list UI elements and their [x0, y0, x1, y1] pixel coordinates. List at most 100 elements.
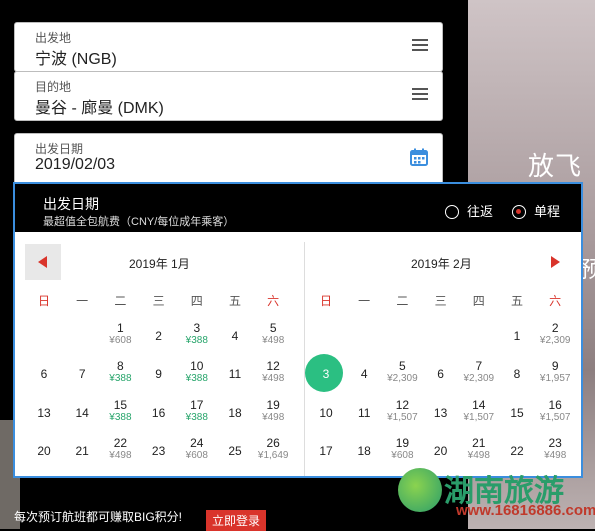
calendar-day[interactable]: 19 ¥498 — [254, 395, 292, 433]
weekday-header: 四 — [190, 294, 203, 308]
weekday-header: 三 — [434, 294, 447, 308]
calendar-day[interactable]: 22 ¥498 — [101, 433, 139, 471]
day-price: ¥608 — [109, 335, 132, 346]
day-price: ¥498 — [467, 449, 490, 461]
calendar-day[interactable]: 1 ¥608 — [101, 318, 139, 356]
day-number: 13 — [37, 405, 51, 420]
day-number: 13 — [433, 405, 448, 420]
day-number: 20 — [37, 443, 51, 458]
weekday-header: 五 — [228, 294, 241, 308]
calendar-day[interactable]: 2 ¥2,309 — [536, 318, 574, 356]
calendar-day[interactable]: 28 — [63, 471, 101, 476]
calendar-day[interactable]: 13 — [25, 395, 63, 433]
origin-field[interactable]: 出发地 宁波 (NGB) — [14, 22, 443, 72]
calendar-icon[interactable] — [410, 148, 428, 166]
day-number: 23 — [151, 443, 166, 458]
day-number: 19 — [266, 397, 280, 412]
calendar-day[interactable]: 7 — [63, 356, 101, 394]
calendar-day[interactable]: 18 — [216, 395, 254, 433]
calendar-day[interactable]: 16 ¥1,507 — [536, 395, 574, 433]
calendar-day[interactable]: 14 — [63, 395, 101, 433]
calendar-day[interactable]: 7 ¥2,309 — [460, 356, 498, 394]
day-number: 6 — [40, 367, 48, 382]
calendar-day[interactable]: 2 — [140, 318, 178, 356]
origin-label: 出发地 — [35, 31, 72, 45]
calendar-day[interactable]: 30 — [140, 471, 178, 476]
calendar-day[interactable]: 17 — [307, 433, 345, 471]
calendar-day[interactable]: 18 — [345, 433, 383, 471]
radio-off-icon — [445, 205, 459, 219]
calendar-day[interactable]: 29¥1,649 — [101, 471, 139, 476]
radio-round-trip[interactable]: 往返 — [445, 201, 493, 220]
calendar-day[interactable]: 10 — [307, 395, 345, 433]
day-price: ¥498 — [544, 449, 567, 461]
calendar-day[interactable]: 16 — [140, 395, 178, 433]
day-price: ¥2,309 — [387, 373, 418, 385]
calendar-day[interactable]: 24 — [307, 471, 345, 476]
calendar-day[interactable]: 4 — [345, 356, 383, 394]
next-month-button[interactable] — [545, 244, 567, 280]
watermark: 湖南旅游 www.16816886.com — [388, 462, 595, 524]
date-picker-subtitle: 最超值全包航费（CNY/每位成年乘客） — [43, 216, 235, 228]
radio-one-way[interactable]: 单程 — [512, 201, 560, 220]
calendar-day[interactable]: 8 ¥388 — [101, 356, 139, 394]
calendar-day[interactable]: 1 — [498, 318, 536, 356]
calendar-day-selected[interactable]: 3 — [305, 354, 345, 394]
calendar-day[interactable]: 31¥1,957 — [178, 471, 216, 476]
day-price: ¥498 — [262, 335, 285, 346]
day-price: ¥388 — [185, 411, 208, 423]
depart-date-field[interactable]: 出发日期 2019/02/03 — [14, 133, 443, 187]
login-button[interactable]: 立即登录 — [206, 510, 267, 531]
prev-month-button[interactable] — [25, 244, 61, 280]
calendar-day[interactable]: 6 — [422, 356, 460, 394]
calendar-day[interactable]: 21 — [63, 433, 101, 471]
weekday-header: 二 — [396, 294, 409, 308]
calendar-day[interactable]: 11 — [345, 395, 383, 433]
day-price: ¥388 — [109, 411, 132, 423]
weekday-header: 六 — [549, 294, 562, 308]
calendar-day[interactable]: 8 — [498, 356, 536, 394]
day-number: 26 — [266, 435, 280, 450]
calendar-day[interactable]: 25 — [345, 471, 383, 476]
day-number: 9 — [551, 359, 559, 374]
day-number: 24 — [307, 471, 345, 476]
day-number: 25 — [345, 471, 383, 476]
calendar-day[interactable]: 24 ¥608 — [178, 433, 216, 471]
calendar-day[interactable]: 4 — [216, 318, 254, 356]
list-icon[interactable] — [408, 88, 428, 104]
calendar-day[interactable]: 9 ¥1,957 — [536, 356, 574, 394]
calendar-day[interactable]: 5 ¥498 — [254, 318, 292, 356]
calendar-day[interactable]: 17 ¥388 — [178, 395, 216, 433]
calendar-day[interactable]: 6 — [25, 356, 63, 394]
date-picker-title: 出发日期 — [43, 196, 99, 212]
calendar-day[interactable]: 5 ¥2,309 — [383, 356, 421, 394]
calendar-day[interactable]: 27 — [25, 471, 63, 476]
calendar-day[interactable]: 25 — [216, 433, 254, 471]
calendar-day[interactable]: 23 — [140, 433, 178, 471]
calendar-day[interactable]: 12 ¥498 — [254, 356, 292, 394]
depart-date-value: 2019/02/03 — [35, 156, 116, 173]
day-number: 23 — [548, 435, 562, 450]
calendar-day[interactable]: 14 ¥1,507 — [460, 395, 498, 433]
day-number: 10 — [190, 359, 204, 374]
calendar-day[interactable]: 15 ¥388 — [101, 395, 139, 433]
destination-field[interactable]: 目的地 曼谷 - 廊曼 (DMK) — [14, 71, 443, 121]
calendar-day[interactable]: 11 — [216, 356, 254, 394]
day-number: 5 — [399, 359, 406, 374]
day-number: 14 — [472, 397, 486, 412]
day-number: 1 — [117, 321, 124, 335]
calendar-day[interactable]: 10 ¥388 — [178, 356, 216, 394]
calendar-day[interactable]: 15 — [498, 395, 536, 433]
calendar-day[interactable]: 20 — [25, 433, 63, 471]
calendar-day[interactable]: 13 — [422, 395, 460, 433]
day-number: 8 — [117, 359, 124, 374]
day-price: ¥2,309 — [463, 373, 495, 385]
day-number: 14 — [75, 405, 89, 420]
calendar-day[interactable]: 3 ¥388 — [178, 318, 216, 356]
list-icon[interactable] — [408, 39, 428, 55]
calendar-day[interactable]: 12 ¥1,507 — [383, 395, 421, 433]
calendar-day[interactable]: 9 — [140, 356, 178, 394]
calendar-day[interactable]: 26 ¥1,649 — [254, 433, 292, 471]
day-number: 6 — [437, 367, 444, 382]
day-number: 30 — [140, 471, 178, 476]
